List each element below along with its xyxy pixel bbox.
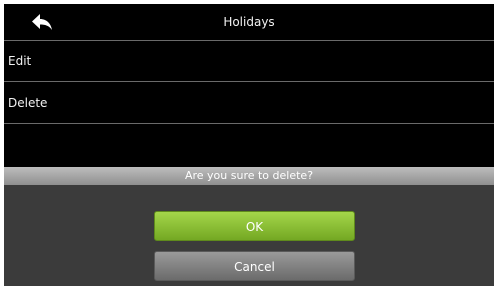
menu-item-delete[interactable]: Delete [4, 83, 494, 124]
back-button[interactable] [4, 4, 80, 40]
confirm-dialog: Are you sure to delete? OK Cancel [4, 167, 494, 286]
cancel-button[interactable]: Cancel [154, 251, 355, 281]
ok-button[interactable]: OK [154, 211, 355, 241]
device-frame: Holidays Edit Delete Are you sure to del… [0, 0, 498, 288]
back-arrow-icon [31, 13, 53, 31]
dialog-message: Are you sure to delete? [4, 167, 494, 185]
menu-item-edit[interactable]: Edit [4, 41, 494, 82]
screen: Holidays Edit Delete Are you sure to del… [4, 4, 494, 286]
title-bar: Holidays [4, 4, 494, 41]
